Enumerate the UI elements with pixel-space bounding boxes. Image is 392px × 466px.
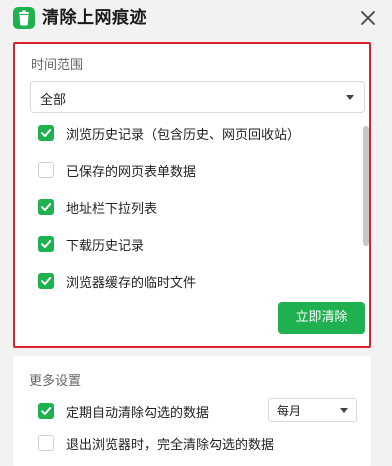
chevron-down-icon (346, 95, 354, 100)
more-settings-label: 更多设置 (29, 374, 82, 389)
checkbox-label: 浏览历史记录（包含历史、网页回收站） (66, 128, 301, 143)
time-range-select[interactable]: 全部 (30, 81, 365, 113)
checkbox-checked-icon[interactable] (38, 199, 54, 215)
time-range-label: 时间范围 (31, 58, 84, 73)
checkbox-label: 下载历史记录 (66, 239, 145, 254)
time-range-value: 全部 (40, 93, 67, 108)
checkbox-checked-icon[interactable] (38, 125, 54, 141)
checkbox-checked-icon[interactable] (38, 236, 54, 252)
frequency-select[interactable]: 每月 (268, 398, 357, 422)
checkbox-checked-icon[interactable] (38, 403, 54, 419)
clear-now-button[interactable]: 立即清除 (278, 302, 365, 334)
checkbox-unchecked-icon[interactable] (38, 435, 54, 451)
checkbox-label: 定期自动清除勾选的数据 (66, 406, 210, 421)
dialog-header: 清除上网痕迹 (0, 0, 392, 40)
checkbox-checked-icon[interactable] (38, 273, 54, 289)
checkbox-label: 地址栏下拉列表 (66, 202, 158, 217)
dialog-title: 清除上网痕迹 (42, 8, 147, 28)
close-icon[interactable] (356, 6, 380, 30)
chevron-down-icon (340, 408, 348, 413)
clear-data-panel: 时间范围 全部 浏览历史记录（包含历史、网页回收站） 已保存的网页表单数据 地址… (13, 42, 371, 348)
trash-app-icon (13, 7, 35, 29)
checkbox-label: 已保存的网页表单数据 (66, 165, 197, 180)
checkbox-unchecked-icon[interactable] (38, 162, 54, 178)
frequency-value: 每月 (277, 404, 302, 418)
checkbox-label: 浏览器缓存的临时文件 (66, 276, 197, 291)
scrollbar-thumb[interactable] (363, 126, 369, 246)
checkbox-label: 退出浏览器时，完全清除勾选的数据 (66, 438, 275, 453)
more-settings-panel: 更多设置 定期自动清除勾选的数据 每月 退出浏览器时，完全清除勾选的数据 (13, 356, 371, 466)
